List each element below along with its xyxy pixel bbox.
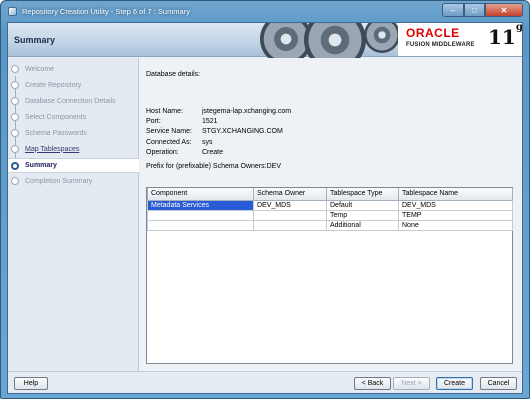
table-cell[interactable] <box>147 209 254 221</box>
summary-content: Database details: Host Name: jstegema-lap… <box>140 58 522 371</box>
maximize-button[interactable]: □ <box>464 3 485 17</box>
detail-key: Host Name: <box>146 108 183 115</box>
window-controls: – □ ✕ <box>442 3 523 17</box>
nav-step-label[interactable]: Map Tablespaces <box>25 146 79 153</box>
minimize-button[interactable]: – <box>442 3 464 17</box>
table-row[interactable]: Additional None <box>147 219 513 231</box>
nav-step-schema-passwords: Schema Passwords <box>8 127 139 139</box>
detail-value: STGY.XCHANGING.COM <box>202 128 283 136</box>
button-bar: Help < Back Next > Create Cancel <box>8 371 522 393</box>
table-cell[interactable]: DEV_MDS <box>398 199 513 211</box>
step-current-icon <box>11 161 19 170</box>
product-name: FUSION MIDDLEWARE <box>406 42 475 48</box>
database-details: Host Name: jstegema-lap.xchanging.com Por… <box>146 107 291 158</box>
step-circle-icon <box>11 129 19 137</box>
column-header-component[interactable]: Component <box>147 188 254 201</box>
table-row[interactable]: Metadata Services DEV_MDS Default DEV_MD… <box>147 199 513 211</box>
component-table[interactable]: Component Schema Owner Tablespace Type T… <box>146 187 513 364</box>
detail-row: Service Name: STGY.XCHANGING.COM <box>146 127 291 137</box>
detail-key: Service Name: <box>146 128 192 136</box>
table-cell[interactable]: Additional <box>326 219 399 231</box>
table-cell[interactable]: TEMP <box>398 209 513 221</box>
table-cell[interactable]: Metadata Services <box>147 199 254 211</box>
app-icon <box>8 6 17 16</box>
nav-step-create-repository: Create Repository <box>8 79 139 91</box>
detail-value: Create <box>202 148 224 156</box>
detail-value: 1521 <box>202 118 218 126</box>
step-circle-icon <box>11 97 19 105</box>
table-cell[interactable]: Temp <box>326 209 399 221</box>
nav-step-database-connection: Database Connection Details <box>8 95 139 107</box>
header-banner: Summary ORACLE FUSION MIDDLEWARE 11g <box>8 23 522 71</box>
window-title: Repository Creation Utility - Step 6 of … <box>22 6 190 16</box>
nav-step-completion-summary: Completion Summary <box>8 175 139 187</box>
detail-row: Operation: Create <box>146 148 291 158</box>
table-cell[interactable] <box>253 209 327 221</box>
gear-icon <box>364 23 400 53</box>
table-cell[interactable]: DEV_MDS <box>253 199 327 211</box>
version-number: 11 <box>488 25 516 49</box>
client-area: Summary ORACLE FUSION MIDDLEWARE 11g Wel… <box>7 22 523 394</box>
help-button[interactable]: Help <box>14 377 48 390</box>
nav-step-label: Schema Passwords <box>25 129 87 137</box>
detail-key: Connected As: <box>146 138 192 146</box>
step-circle-icon <box>11 145 19 153</box>
nav-step-welcome: Welcome <box>8 63 139 75</box>
nav-step-label: Welcome <box>25 65 55 73</box>
nav-step-label: Select Components <box>25 113 87 121</box>
oracle-brand: ORACLE <box>406 26 460 40</box>
table-cell[interactable] <box>253 219 327 231</box>
nav-step-label: Database Connection Details <box>25 97 116 105</box>
cancel-button[interactable]: Cancel <box>480 377 517 390</box>
page-title: Summary <box>14 35 56 45</box>
close-button[interactable]: ✕ <box>485 3 523 17</box>
column-header-tablespace-type[interactable]: Tablespace Type <box>326 188 399 201</box>
step-circle-icon <box>11 113 19 121</box>
table-cell[interactable]: Default <box>326 199 399 211</box>
title-bar[interactable]: Repository Creation Utility - Step 6 of … <box>1 1 529 21</box>
nav-step-map-tablespaces[interactable]: Map Tablespaces <box>8 143 139 155</box>
step-circle-icon <box>11 81 19 89</box>
table-row[interactable]: Temp TEMP <box>147 209 513 221</box>
nav-step-label: Completion Summary <box>25 177 93 185</box>
nav-step-label: Summary <box>25 162 57 169</box>
detail-row: Connected As: sys <box>146 138 291 148</box>
create-button[interactable]: Create <box>436 377 473 390</box>
detail-key: Operation: <box>146 148 179 156</box>
column-header-tablespace-name[interactable]: Tablespace Name <box>398 188 513 201</box>
version-suffix: g <box>515 22 523 34</box>
step-circle-icon <box>11 65 19 73</box>
detail-value: sys <box>202 138 213 146</box>
rcu-window: Repository Creation Utility - Step 6 of … <box>0 0 530 399</box>
section-title: Database details: <box>146 71 201 78</box>
detail-row: Port: 1521 <box>146 117 291 127</box>
oracle-logo: ORACLE FUSION MIDDLEWARE 11g <box>398 23 522 56</box>
detail-row: Host Name: jstegema-lap.xchanging.com <box>146 107 291 117</box>
table-cell[interactable] <box>147 219 254 231</box>
next-button[interactable]: Next > <box>393 377 430 390</box>
version-badge: 11g <box>488 22 523 49</box>
nav-step-select-components: Select Components <box>8 111 139 123</box>
table-cell[interactable]: None <box>398 219 513 231</box>
detail-value: jstegema-lap.xchanging.com <box>202 108 292 115</box>
step-circle-icon <box>11 177 19 185</box>
nav-step-label: Create Repository <box>25 81 82 89</box>
column-header-schema-owner[interactable]: Schema Owner <box>253 188 327 201</box>
step-navigation: Welcome Create Repository Database Conne… <box>8 58 139 371</box>
table-header-row: Component Schema Owner Tablespace Type T… <box>147 188 513 201</box>
nav-step-summary: Summary <box>8 158 139 173</box>
detail-key: Port: <box>146 118 161 126</box>
prefix-line: Prefix for (prefixable) Schema Owners:DE… <box>146 163 281 170</box>
back-button[interactable]: < Back <box>354 377 391 390</box>
